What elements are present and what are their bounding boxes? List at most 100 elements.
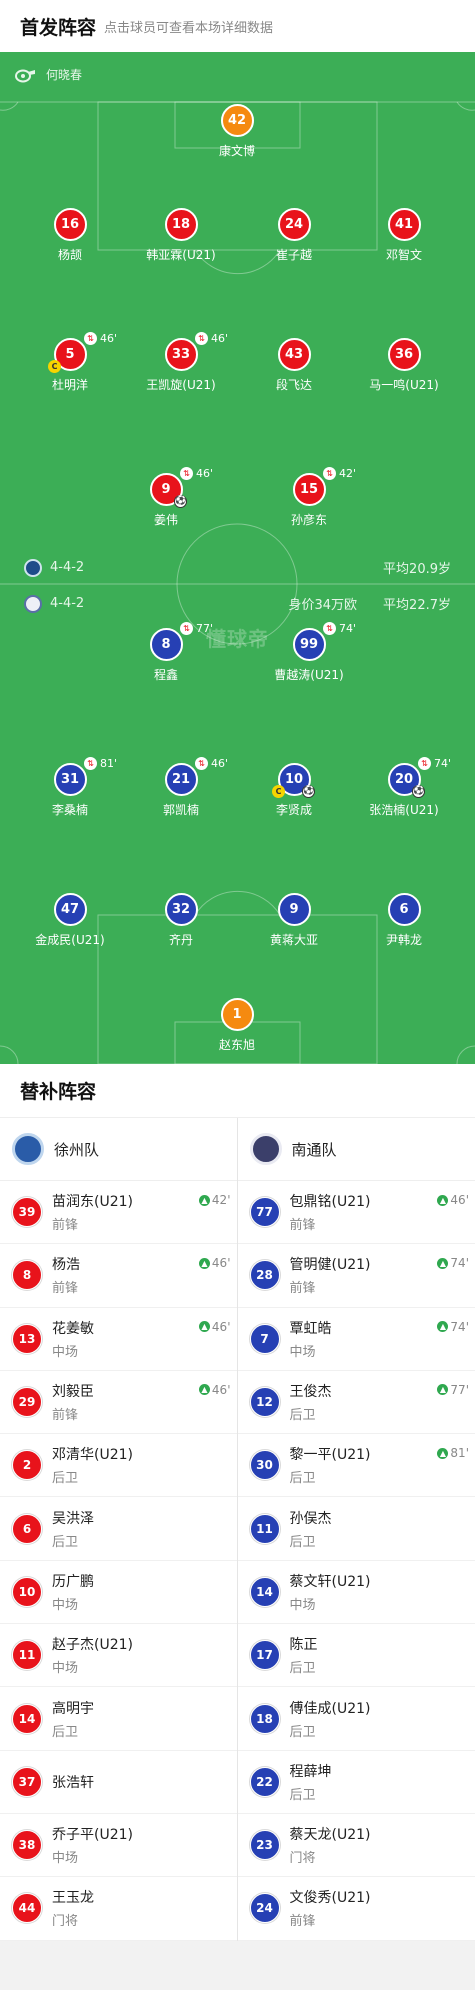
player-blue-9[interactable]: 9 黄蒋大亚 (234, 893, 354, 948)
sub-player-row[interactable]: 14 高明宇后卫 (0, 1687, 237, 1751)
sub-on-minute: 46' (450, 1193, 469, 1207)
away-worth: 身价34万欧 (288, 598, 358, 613)
sub-player-row[interactable]: 38 乔子平(U21) 中场 (0, 1814, 237, 1878)
player-orange-1[interactable]: 1 赵东旭 (177, 998, 297, 1053)
player-blue-99[interactable]: 99 曹越涛(U21) ⇅ 74' (249, 622, 369, 683)
player-blue-47[interactable]: 47 金成民(U21) (10, 893, 130, 948)
player-red-5[interactable]: 5 杜明洋 ⇅ 46' C (10, 332, 130, 393)
sub-on-marker: ▲ 46' (198, 1383, 231, 1397)
player-orange-42[interactable]: 42 康文博 (177, 104, 297, 159)
subs-left-team-header[interactable]: 徐州队 (0, 1118, 237, 1181)
sub-player-position: 前锋 (52, 1218, 79, 1234)
sub-player-row[interactable]: 22 程薛坤 后卫 (237, 1751, 475, 1814)
player-red-15[interactable]: 15 孙彦东 ⇅ 42' (249, 467, 369, 528)
sub-on-minute: 77' (450, 1382, 469, 1397)
player-red-9[interactable]: 9 姜伟 ⇅ 46' ⚽ (106, 467, 226, 528)
sub-off-icon: ⇅ (180, 622, 193, 635)
player-red-41[interactable]: 41 邓智文 (344, 208, 464, 263)
sub-player-row[interactable]: 23 蔡天龙(U21) 门将 (237, 1814, 475, 1878)
sub-player-name: 王玉龙 (52, 1890, 94, 1907)
subs-right-team-name: 南通队 (291, 1140, 337, 1159)
player-name: 崔子越 (275, 248, 312, 262)
sub-player-name: 邓清华(U21) (52, 1447, 133, 1464)
sub-player-number: 23 (249, 1830, 280, 1861)
sub-player-position: 后卫 (52, 1534, 79, 1550)
player-number: 8 (149, 628, 183, 661)
sub-player-position: 后卫 (52, 1724, 79, 1740)
sub-player-row[interactable]: 8 杨浩 前锋 ▲ 46' (0, 1244, 237, 1308)
sub-player-name: 王俊杰 (289, 1384, 332, 1401)
player-name: 曹越涛(U21) (274, 668, 344, 682)
footer-space (0, 1940, 475, 1990)
sub-player-row[interactable]: 39 苗润东(U21) 前锋 ▲ 42' (0, 1181, 237, 1245)
player-red-16[interactable]: 16 杨颉 (10, 208, 130, 263)
sub-on-minute: 74' (450, 1319, 469, 1334)
player-red-43[interactable]: 43 段飞达 (234, 338, 354, 393)
sub-on-marker: ▲ 46' (198, 1256, 231, 1270)
sub-player-row[interactable]: 6 吴洪泽 后卫 (0, 1497, 237, 1561)
sub-player-number: 14 (12, 1703, 42, 1734)
player-blue-31[interactable]: 31 李桑楠 ⇅ 81' (10, 757, 130, 818)
sub-player-number: 39 (12, 1197, 42, 1228)
player-red-33[interactable]: 33 王凯旋(U21) ⇅ 46' (121, 332, 241, 393)
sub-player-row[interactable]: 37 张浩轩 (0, 1751, 237, 1814)
sub-on-icon: ▲ (198, 1384, 210, 1396)
sub-minute: 42' (339, 467, 357, 480)
sub-player-name: 高明宇 (52, 1700, 94, 1717)
sub-minute: 46' (211, 332, 229, 345)
sub-player-row[interactable]: 77 包鼎铭(U21) 前锋 ▲ 46' (237, 1181, 475, 1245)
substitution-marker: ⇅ 81' (84, 757, 117, 770)
player-red-24[interactable]: 24 崔子越 (234, 208, 354, 263)
sub-player-row[interactable]: 24 文俊秀(U21) 前锋 (237, 1877, 475, 1941)
player-number: 18 (164, 208, 198, 241)
sub-player-position: 后卫 (289, 1787, 316, 1803)
captain-badge: C (272, 785, 285, 798)
player-blue-20[interactable]: 20 张浩楠(U21) ⇅ 74' ⚽ (344, 757, 464, 818)
player-blue-6[interactable]: 6 尹韩龙 (344, 893, 464, 948)
sub-player-name: 乔子平(U21) (52, 1827, 133, 1844)
player-blue-21[interactable]: 21 郭凯楠 ⇅ 46' (121, 757, 241, 818)
sub-player-row[interactable]: 30 黎一平(U21) 后卫 ▲ 81' (237, 1434, 475, 1498)
sub-off-icon: ⇅ (195, 332, 208, 345)
sub-minute: 74' (434, 757, 452, 770)
team-logo-icon (12, 1133, 44, 1165)
sub-player-row[interactable]: 10 历广鹏 中场 (0, 1561, 237, 1625)
player-red-36[interactable]: 36 马一鸣(U21) (344, 338, 464, 393)
sub-player-row[interactable]: 44 王玉龙 门将 (0, 1877, 237, 1941)
player-blue-10[interactable]: 10 李贤成 C ⚽ (234, 763, 354, 818)
sub-player-row[interactable]: 2 邓清华(U21) 后卫 (0, 1434, 237, 1498)
sub-player-number: 11 (249, 1513, 280, 1544)
player-blue-32[interactable]: 32 齐丹 (121, 893, 241, 948)
sub-player-row[interactable]: 7 覃虹皓 中场 ▲ 74' (237, 1308, 475, 1371)
home-team-badge (24, 558, 42, 577)
sub-off-icon: ⇅ (84, 332, 97, 345)
team-logo-icon (249, 1133, 282, 1165)
sub-player-row[interactable]: 11 孙俣杰 后卫 (237, 1497, 475, 1561)
player-number: 31 (53, 763, 87, 796)
player-red-18[interactable]: 18 韩亚霖(U21) (121, 208, 241, 263)
sub-player-row[interactable]: 14 蔡文轩(U21) 中场 (237, 1561, 475, 1625)
sub-player-name: 苗润东(U21) (52, 1194, 133, 1211)
sub-player-row[interactable]: 18 傅佳成(U21) 后卫 (237, 1687, 475, 1751)
sub-on-icon: ▲ (437, 1447, 449, 1459)
sub-player-name: 蔡文轩(U21) (289, 1573, 371, 1590)
sub-player-name: 包鼎铭(U21) (289, 1194, 371, 1211)
sub-player-row[interactable]: 11 赵子杰(U21) 中场 (0, 1624, 237, 1688)
sub-player-row[interactable]: 13 花姜敏 中场 ▲ 46' (0, 1308, 237, 1371)
sub-player-row[interactable]: 29 刘毅臣 前锋 ▲ 46' (0, 1371, 237, 1435)
subs-right-team-header[interactable]: 南通队 (237, 1118, 475, 1181)
substitution-marker: ⇅ 74' (418, 757, 451, 770)
player-name: 黄蒋大亚 (269, 933, 318, 947)
sub-on-icon: ▲ (198, 1257, 210, 1269)
player-blue-8[interactable]: 8 程鑫 ⇅ 77' (106, 622, 226, 683)
sub-player-name: 蔡天龙(U21) (289, 1827, 371, 1844)
goal-ball-icon: ⚽ (302, 785, 315, 798)
sub-player-number: 77 (249, 1197, 280, 1228)
sub-player-row[interactable]: 28 管明健(U21) 前锋 ▲ 74' (237, 1244, 475, 1308)
sub-minute: 74' (339, 622, 357, 635)
sub-player-row[interactable]: 12 王俊杰 后卫 ▲ 77' (237, 1371, 475, 1435)
sub-player-row[interactable]: 17 陈正 后卫 (237, 1624, 475, 1688)
substitution-marker: ⇅ 74' (323, 622, 356, 635)
sub-player-number: 6 (12, 1513, 42, 1544)
sub-player-number: 37 (12, 1766, 42, 1797)
